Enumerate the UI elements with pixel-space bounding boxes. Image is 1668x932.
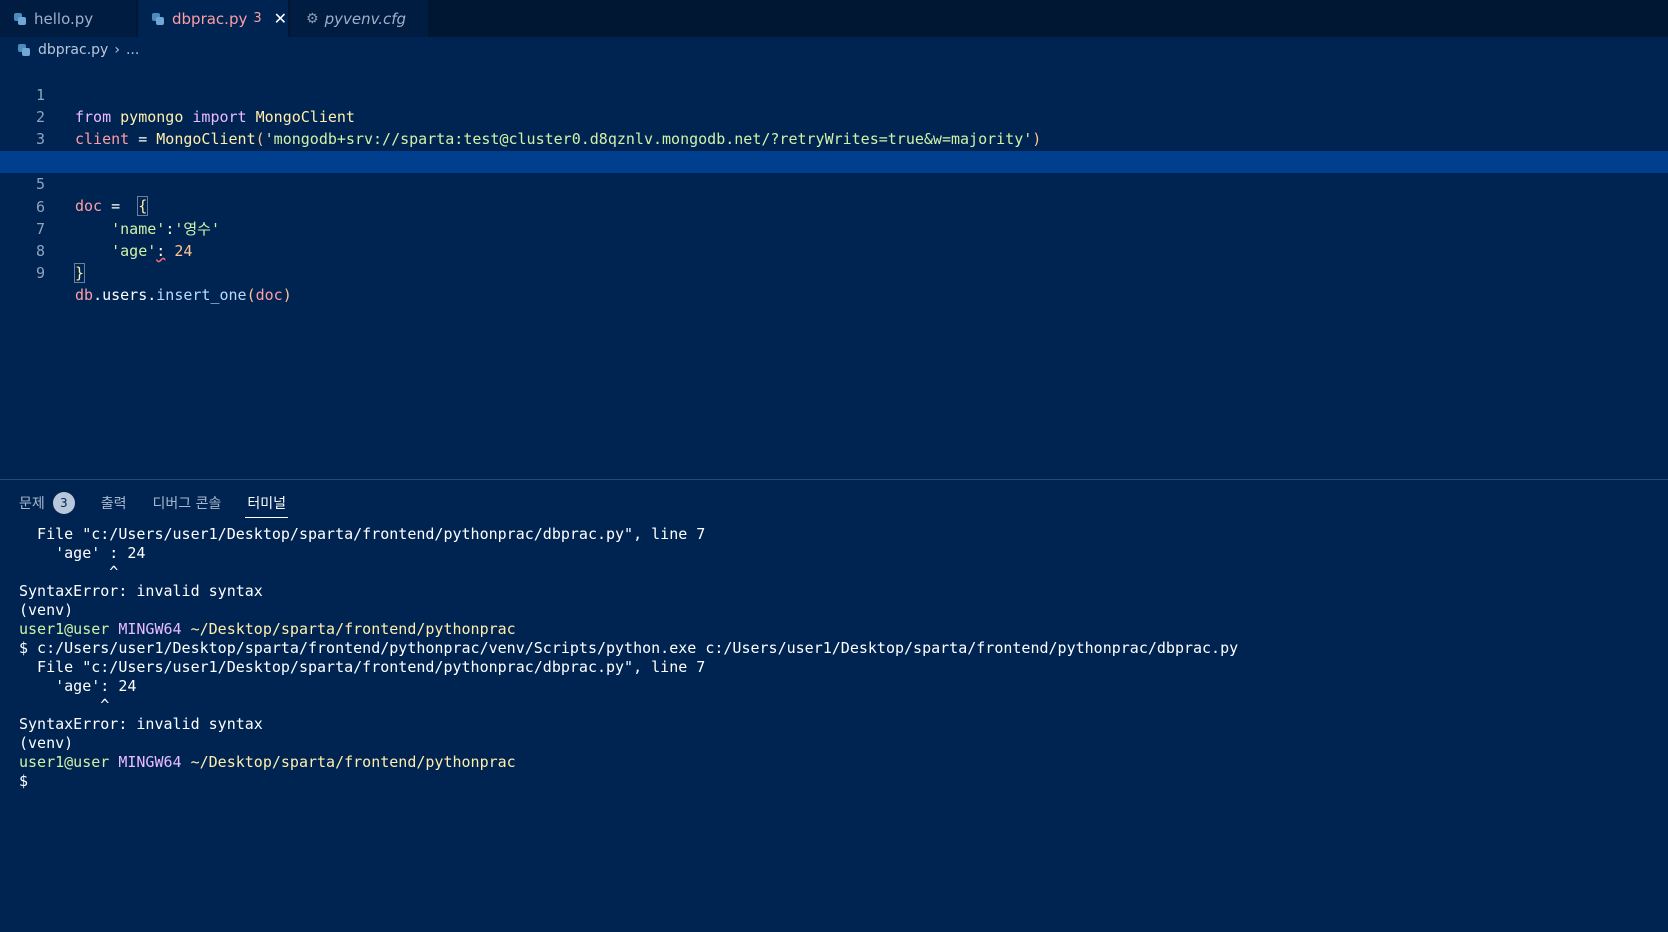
terminal-input-line[interactable]: $ bbox=[19, 772, 1238, 791]
code-line: 1 from pymongo import MongoClient bbox=[0, 62, 1668, 126]
dot: . bbox=[93, 286, 103, 304]
prompt-host: MINGW64 bbox=[118, 753, 182, 771]
tab-label: dbprac.py bbox=[172, 9, 248, 28]
terminal-line: File "c:/Users/user1/Desktop/sparta/fron… bbox=[19, 525, 706, 543]
tab-dbprac-py[interactable]: dbprac.py 3 ✕ bbox=[138, 0, 288, 37]
bottom-panel: 문제 3 출력 디버그 콘솔 터미널 File "c:/Users/user1/… bbox=[0, 479, 1668, 932]
brace: } bbox=[73, 263, 86, 283]
code-editor[interactable]: 1 from pymongo import MongoClient 2 clie… bbox=[0, 61, 1668, 479]
variable: db bbox=[75, 286, 94, 304]
paren: ( bbox=[246, 286, 256, 304]
prompt-path: ~/Desktop/sparta/frontend/pythonprac bbox=[190, 620, 516, 638]
chevron-right-icon: › bbox=[114, 42, 120, 58]
editor-tab-bar: hello.py dbprac.py 3 ✕ ⚙ pyvenv.cfg bbox=[0, 0, 1668, 37]
problem-count-badge: 3 bbox=[253, 11, 262, 26]
dot: . bbox=[147, 286, 157, 304]
terminal-line: SyntaxError: invalid syntax bbox=[19, 582, 263, 600]
python-file-icon bbox=[14, 12, 26, 25]
tab-debug-console[interactable]: 디버그 콘솔 bbox=[153, 490, 222, 516]
tab-debug-label: 디버그 콘솔 bbox=[152, 496, 222, 512]
panel-tabs: 문제 3 출력 디버그 콘솔 터미널 bbox=[19, 490, 312, 518]
terminal-prompt: user1@user MINGW64 ~/Desktop/sparta/fron… bbox=[19, 753, 1238, 772]
tab-terminal[interactable]: 터미널 bbox=[245, 490, 288, 518]
terminal-output[interactable]: File "c:/Users/user1/Desktop/sparta/fron… bbox=[19, 525, 1238, 791]
tab-hello-py[interactable]: hello.py bbox=[0, 0, 136, 37]
python-file-icon bbox=[18, 44, 30, 56]
tab-output-label: 출력 bbox=[100, 496, 127, 512]
breadcrumb-file[interactable]: dbprac.py bbox=[38, 42, 108, 58]
code-line: 9 db.users.insert_one(doc) bbox=[0, 240, 1668, 304]
terminal-line: ^ bbox=[19, 563, 119, 581]
terminal-line: ^ bbox=[19, 696, 110, 714]
prompt-host: MINGW64 bbox=[118, 620, 182, 638]
tab-terminal-label: 터미널 bbox=[247, 496, 287, 512]
prompt-path: ~/Desktop/sparta/frontend/pythonprac bbox=[190, 753, 516, 771]
tab-problems-label: 문제 bbox=[19, 496, 45, 512]
breadcrumb: dbprac.py › ... bbox=[18, 40, 139, 60]
tab-problems[interactable]: 문제 3 bbox=[19, 490, 75, 516]
prompt-user: user1@user bbox=[19, 620, 110, 638]
method-name: insert_one bbox=[156, 286, 247, 304]
terminal-line: 'age': 24 bbox=[19, 677, 137, 695]
prompt-user: user1@user bbox=[19, 753, 110, 771]
code-line: 8 } bbox=[0, 218, 1668, 283]
terminal-line: (venv) bbox=[19, 601, 74, 619]
terminal-line: SyntaxError: invalid syntax bbox=[19, 715, 263, 733]
tab-pyvenv-cfg[interactable]: ⚙ pyvenv.cfg bbox=[290, 0, 428, 37]
terminal-line: File "c:/Users/user1/Desktop/sparta/fron… bbox=[19, 658, 706, 676]
terminal-prompt: user1@user MINGW64 ~/Desktop/sparta/fron… bbox=[19, 620, 1238, 639]
python-file-icon bbox=[152, 12, 164, 25]
tab-label: pyvenv.cfg bbox=[324, 9, 407, 28]
code-line: 4 bbox=[0, 128, 1668, 170]
code-line: 3 db = client.dbsparta bbox=[0, 106, 1668, 170]
close-icon[interactable]: ✕ bbox=[274, 9, 287, 28]
tab-label: hello.py bbox=[34, 9, 94, 28]
code-line-current: 5 doc = { bbox=[0, 151, 1668, 216]
terminal-line: (venv) bbox=[19, 734, 74, 752]
breadcrumb-symbols[interactable]: ... bbox=[126, 42, 139, 58]
gear-icon: ⚙ bbox=[306, 10, 319, 27]
code-line: 7 'age': 24 bbox=[0, 196, 1668, 260]
problems-count-badge: 3 bbox=[52, 492, 75, 514]
attribute: users bbox=[102, 286, 148, 304]
variable: doc bbox=[255, 286, 283, 304]
code-line: 6 'name':'영수' bbox=[0, 174, 1668, 238]
terminal-line: $ c:/Users/user1/Desktop/sparta/frontend… bbox=[19, 639, 1239, 657]
tab-output[interactable]: 출력 bbox=[101, 490, 127, 516]
code-line: 2 client = MongoClient('mongodb+srv://sp… bbox=[0, 84, 1668, 148]
paren: ) bbox=[282, 286, 292, 304]
line-number: 9 bbox=[35, 264, 45, 282]
terminal-line: 'age' : 24 bbox=[19, 544, 146, 562]
